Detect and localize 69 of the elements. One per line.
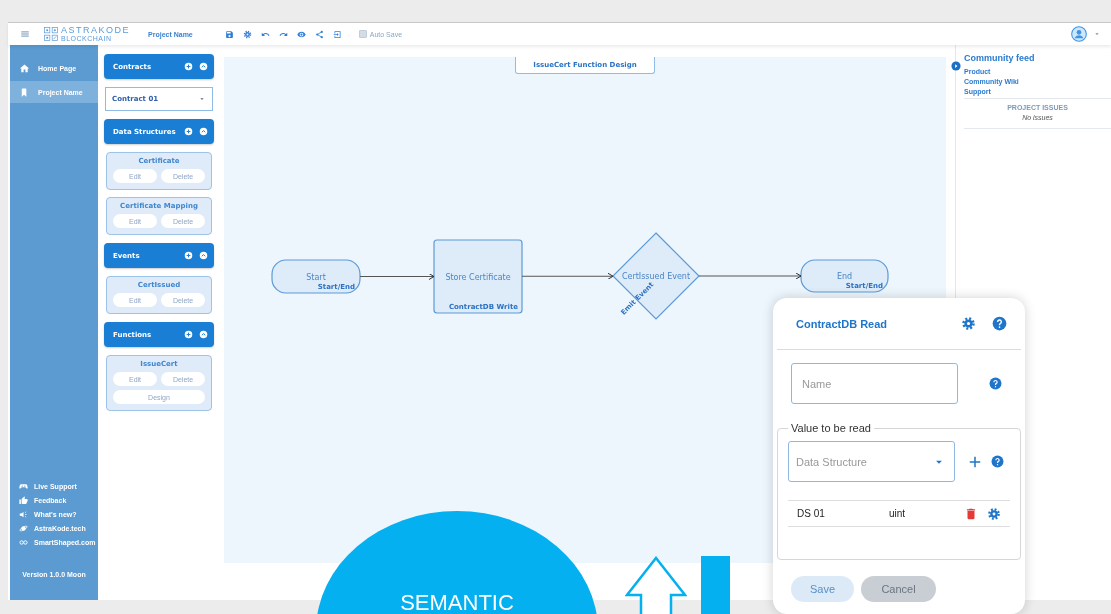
share-icon bbox=[314, 29, 324, 39]
preview-button[interactable] bbox=[296, 29, 306, 39]
dialog-title: ContractDB Read bbox=[796, 317, 889, 330]
help-icon bbox=[989, 377, 1002, 390]
data-structure-select[interactable]: Data Structure bbox=[788, 441, 955, 482]
collapse-icon bbox=[199, 127, 208, 136]
add-icon bbox=[184, 251, 193, 260]
select-placeholder: Data Structure bbox=[796, 455, 867, 468]
export-button[interactable] bbox=[332, 29, 342, 39]
settings-button[interactable] bbox=[987, 506, 1001, 521]
add-icon bbox=[184, 330, 193, 339]
settings-icon bbox=[242, 29, 252, 39]
settings-button[interactable] bbox=[961, 316, 976, 331]
settings-icon bbox=[961, 316, 976, 331]
avatar-icon bbox=[1071, 26, 1087, 42]
settings-icon bbox=[987, 506, 1001, 521]
play-icon bbox=[951, 61, 961, 71]
collapse-icon bbox=[199, 62, 208, 71]
add-button[interactable] bbox=[184, 251, 193, 260]
help-icon bbox=[992, 316, 1007, 331]
megaphone-icon bbox=[19, 510, 28, 519]
save-button[interactable] bbox=[224, 29, 234, 39]
add-button[interactable] bbox=[184, 330, 193, 339]
gamepad-icon bbox=[19, 482, 28, 491]
add-button[interactable] bbox=[184, 127, 193, 136]
logo-text: ASTRAKODE bbox=[61, 26, 130, 35]
infinity-icon bbox=[19, 538, 28, 547]
node-label: Start bbox=[306, 272, 326, 282]
help-button[interactable] bbox=[989, 377, 1002, 390]
help-button[interactable] bbox=[991, 455, 1004, 468]
collapse-icon bbox=[199, 251, 208, 260]
accent-bar bbox=[701, 556, 730, 614]
share-button[interactable] bbox=[314, 29, 324, 39]
collapse-icon bbox=[199, 330, 208, 339]
panel-title: Community feed bbox=[964, 53, 1036, 63]
auto-save-checkbox[interactable] bbox=[358, 30, 367, 38]
trash-icon bbox=[964, 506, 978, 521]
logo-icon bbox=[44, 27, 58, 41]
delete-button[interactable] bbox=[964, 506, 978, 521]
help-button[interactable] bbox=[992, 316, 1007, 331]
row-type: uint bbox=[889, 508, 907, 519]
save-icon bbox=[224, 29, 234, 39]
node-label: CertIssued Event bbox=[621, 272, 691, 281]
plus-icon bbox=[968, 454, 982, 469]
user-avatar-button[interactable] bbox=[1071, 26, 1087, 42]
add-button[interactable] bbox=[184, 62, 193, 71]
help-icon bbox=[991, 455, 1004, 468]
save-button[interactable]: Save bbox=[791, 576, 854, 602]
collapse-button[interactable] bbox=[199, 330, 208, 339]
ellipse-label: SEMANTIC bbox=[400, 591, 514, 614]
cancel-button[interactable]: Cancel bbox=[861, 576, 936, 602]
collapse-button[interactable] bbox=[199, 251, 208, 260]
arrow-into-box-icon bbox=[332, 29, 342, 39]
add-icon bbox=[184, 62, 193, 71]
eye-icon bbox=[296, 29, 306, 39]
add-button[interactable] bbox=[968, 454, 982, 469]
node-label: Store Certificate bbox=[445, 272, 511, 282]
expand-button[interactable] bbox=[951, 61, 961, 71]
planet-icon bbox=[19, 524, 28, 533]
home-icon bbox=[19, 62, 30, 74]
collapse-button[interactable] bbox=[199, 62, 208, 71]
collapse-button[interactable] bbox=[199, 127, 208, 136]
add-icon bbox=[184, 127, 193, 136]
thumbs-up-icon bbox=[19, 496, 28, 505]
node-label: End bbox=[836, 272, 853, 281]
name-field[interactable]: Name bbox=[791, 363, 958, 404]
group-label: Value to be read bbox=[790, 422, 872, 434]
row-name: DS 01 bbox=[797, 508, 826, 519]
settings-button[interactable] bbox=[242, 29, 252, 39]
